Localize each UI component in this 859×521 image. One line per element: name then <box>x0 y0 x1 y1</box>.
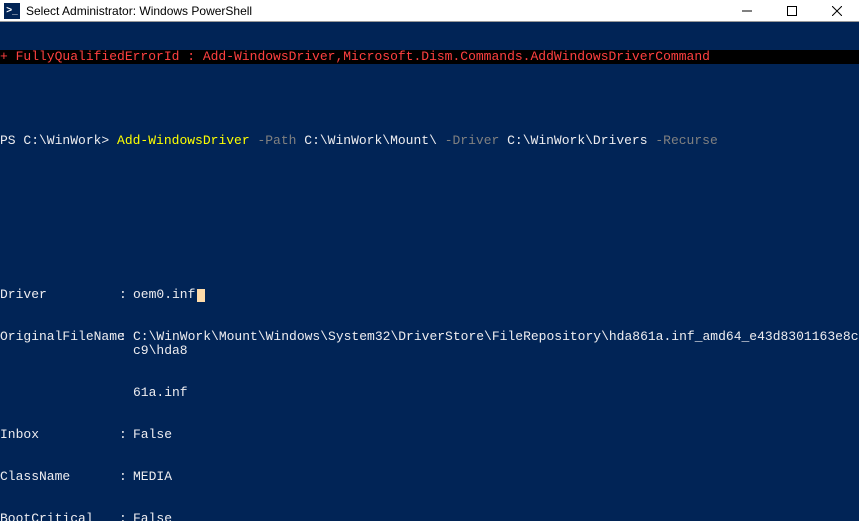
classname-row: ClassName: MEDIA <box>0 470 859 484</box>
inbox-row: Inbox: False <box>0 428 859 442</box>
powershell-icon: >_ <box>4 3 20 19</box>
blank-line <box>0 218 859 232</box>
value-bootcritical: False <box>133 512 859 521</box>
minimize-button[interactable] <box>724 0 769 21</box>
bootcritical-row: BootCritical: False <box>0 512 859 521</box>
label-classname: ClassName <box>0 470 119 484</box>
origfile-cont: 61a.inf <box>0 386 859 400</box>
terminal-output[interactable]: + FullyQualifiedErrorId : Add-WindowsDri… <box>0 22 859 521</box>
label-driver: Driver <box>0 288 119 302</box>
param-driver: -Driver <box>437 133 507 148</box>
label-inbox: Inbox <box>0 428 119 442</box>
param-path: -Path <box>250 133 305 148</box>
close-button[interactable] <box>814 0 859 21</box>
prompt-line: PS C:\WinWork> Add-WindowsDriver -Path C… <box>0 134 859 148</box>
value-inbox: False <box>133 428 859 442</box>
arg-driver: C:\WinWork\Drivers <box>507 133 647 148</box>
window-title: Select Administrator: Windows PowerShell <box>26 4 724 18</box>
label-origfile: OriginalFileName <box>0 330 119 358</box>
kv-sep: : <box>119 288 133 302</box>
value-classname: MEDIA <box>133 470 859 484</box>
error-line: + FullyQualifiedErrorId : Add-WindowsDri… <box>0 50 859 64</box>
origfile-row: OriginalFileName: C:\WinWork\Mount\Windo… <box>0 330 859 358</box>
kv-sep: : <box>119 470 133 484</box>
value-driver: oem0.inf <box>133 288 859 302</box>
blank-line <box>0 176 859 190</box>
kv-sep: : <box>119 330 133 358</box>
value-origfile: C:\WinWork\Mount\Windows\System32\Driver… <box>133 330 859 358</box>
blank-line <box>0 92 859 106</box>
text-cursor <box>197 289 205 302</box>
window-controls <box>724 0 859 21</box>
label-bootcritical: BootCritical <box>0 512 119 521</box>
kv-sep: : <box>119 512 133 521</box>
window-titlebar: >_ Select Administrator: Windows PowerSh… <box>0 0 859 22</box>
driver-row: Driver: oem0.inf <box>0 288 859 302</box>
param-recurse: -Recurse <box>648 133 718 148</box>
maximize-button[interactable] <box>769 0 814 21</box>
arg-path: C:\WinWork\Mount\ <box>304 133 437 148</box>
kv-sep: : <box>119 428 133 442</box>
cmdlet-name: Add-WindowsDriver <box>117 133 250 148</box>
ps-prompt: PS C:\WinWork> <box>0 133 117 148</box>
